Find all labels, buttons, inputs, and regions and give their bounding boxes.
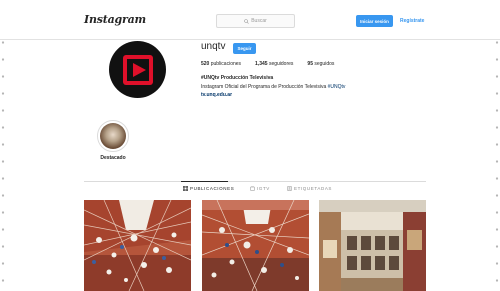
posts-label: publicaciones — [210, 61, 242, 67]
tab-tagged-label: ETIQUETADAS — [294, 186, 333, 191]
story-highlight[interactable] — [97, 120, 129, 152]
bio-hashtag-link[interactable]: #UNQtv — [328, 84, 346, 90]
search-input[interactable]: Buscar — [216, 14, 295, 28]
post-photo — [84, 200, 191, 291]
tab-posts[interactable]: PUBLICACIONES — [183, 186, 234, 191]
followers-label: seguidores — [268, 61, 294, 67]
following-stat[interactable]: 95 seguidos — [307, 61, 334, 67]
post-thumbnail[interactable] — [319, 200, 426, 291]
tab-igtv[interactable]: IGTV — [250, 186, 270, 191]
post-thumbnail[interactable] — [202, 200, 309, 291]
instagram-logo[interactable]: Instagram — [84, 13, 146, 26]
page-border-right — [494, 0, 500, 291]
grid-icon — [183, 186, 188, 191]
profile-bio: Instagram Oficial del Programa de Produc… — [201, 84, 345, 90]
following-label: seguidos — [314, 61, 335, 67]
profile-stats: 520 publicaciones 1,345 seguidores 95 se… — [201, 61, 334, 67]
tag-icon — [287, 186, 292, 191]
followers-stat[interactable]: 1,345 seguidores — [255, 61, 293, 67]
bio-text: Instagram Oficial del Programa de Produc… — [201, 84, 328, 90]
profile-website-link[interactable]: tv.unq.edu.ar — [201, 92, 232, 98]
tab-igtv-label: IGTV — [257, 186, 270, 191]
register-link[interactable]: Regístrate — [400, 18, 424, 24]
top-navigation-bar: Instagram Buscar Iniciar sesión Regístra… — [0, 0, 500, 40]
search-icon — [244, 18, 249, 24]
page-border-left — [0, 0, 6, 291]
highlight-thumbnail — [100, 123, 126, 149]
post-thumbnail[interactable] — [84, 200, 191, 291]
following-count: 95 — [307, 61, 313, 67]
highlight-label: Destacado — [100, 155, 126, 161]
posts-stat: 520 publicaciones — [201, 61, 241, 67]
tab-posts-label: PUBLICACIONES — [190, 186, 235, 191]
search-placeholder: Buscar — [251, 18, 267, 24]
followers-count: 1,345 — [255, 61, 268, 67]
tv-icon — [250, 186, 255, 191]
login-button[interactable]: Iniciar sesión — [356, 15, 393, 27]
post-photo — [202, 200, 309, 291]
tabs-divider — [84, 181, 426, 182]
play-logo-icon — [122, 54, 153, 85]
posts-count: 520 — [201, 61, 210, 67]
follow-button[interactable]: Seguir — [233, 43, 256, 54]
profile-avatar[interactable] — [109, 41, 166, 98]
profile-username: unqtv — [201, 41, 226, 52]
profile-full-name: #UNQtv Producción Televisiva — [201, 75, 274, 81]
post-photo — [319, 200, 426, 291]
active-tab-indicator — [181, 181, 228, 182]
tab-tagged[interactable]: ETIQUETADAS — [287, 186, 332, 191]
